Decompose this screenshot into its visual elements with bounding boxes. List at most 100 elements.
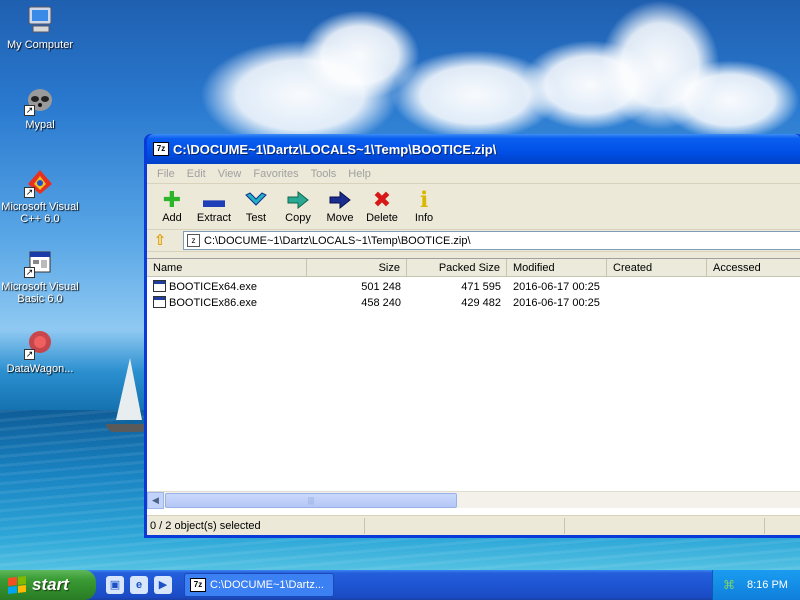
address-bar: ⇧ z C:\DOCUME~1\Dartz\LOCALS~1\Temp\BOOT… (147, 230, 800, 252)
column-size[interactable]: Size (307, 259, 407, 276)
test-button-label: Test (245, 212, 267, 224)
extract-button[interactable]: ▬ Extract (193, 187, 235, 225)
file-modified: 2016-06-17 00:25 (513, 281, 600, 293)
desktop-icon-label: Microsoft Visual Basic 6.0 (1, 281, 79, 305)
toolbar: ✚ Add ▬ Extract Test Copy Move ✖ Delete … (147, 184, 800, 230)
exe-file-icon (153, 296, 166, 308)
column-created[interactable]: Created (607, 259, 707, 276)
add-button[interactable]: ✚ Add (151, 187, 193, 225)
file-accessed (707, 279, 800, 295)
menu-favorites[interactable]: Favorites (247, 168, 304, 180)
start-button[interactable]: start (0, 570, 96, 600)
column-header: Name Size Packed Size Modified Created A… (147, 259, 800, 277)
file-size: 501 248 (361, 281, 401, 293)
file-name: BOOTICEx86.exe (169, 297, 258, 309)
info-button[interactable]: ℹ Info (403, 187, 445, 225)
quick-launch: ▣ e ▶ (106, 576, 172, 594)
status-selection: 0 / 2 object(s) selected (147, 517, 365, 534)
file-name: BOOTICEx64.exe (169, 281, 258, 293)
delete-button[interactable]: ✖ Delete (361, 187, 403, 225)
menu-help[interactable]: Help (342, 168, 377, 180)
system-tray: ⌘ 8:16 PM (712, 570, 800, 600)
7zip-app-icon: 7z (190, 578, 206, 592)
file-row[interactable]: BOOTICEx64.exe 501 248 471 595 2016-06-1… (147, 279, 800, 295)
show-desktop-icon[interactable]: ▣ (106, 576, 124, 594)
plus-icon: ✚ (162, 187, 182, 212)
menu-file[interactable]: File (151, 168, 181, 180)
file-size: 458 240 (361, 297, 401, 309)
copy-button-label: Copy (285, 212, 311, 224)
shortcut-arrow-icon: ↗ (24, 187, 35, 198)
desktop-icon-label: DataWagon... (6, 363, 74, 375)
shortcut-arrow-icon: ↗ (24, 105, 35, 116)
file-row[interactable]: BOOTICEx86.exe 458 240 429 482 2016-06-1… (147, 295, 800, 311)
archive-window: 7z C:\DOCUME~1\Dartz\LOCALS~1\Temp\BOOTI… (144, 134, 800, 538)
menu-bar: File Edit View Favorites Tools Help (147, 164, 800, 184)
copy-arrow-icon (277, 188, 319, 212)
wallpaper-cloud (660, 60, 800, 140)
file-list[interactable]: Name Size Packed Size Modified Created A… (147, 258, 800, 516)
minus-icon: ▬ (203, 187, 225, 212)
column-packed-size[interactable]: Packed Size (407, 259, 507, 276)
internet-explorer-icon[interactable]: e (130, 576, 148, 594)
zip-archive-icon: z (187, 234, 200, 247)
shortcut-arrow-icon: ↗ (24, 349, 35, 360)
column-accessed[interactable]: Accessed (707, 259, 800, 276)
file-created (607, 295, 707, 311)
column-modified[interactable]: Modified (507, 259, 607, 276)
column-name[interactable]: Name (147, 259, 307, 276)
check-chevron-icon (235, 188, 277, 212)
horizontal-scrollbar[interactable]: ◀ ||| (147, 491, 800, 509)
scroll-left-icon[interactable]: ◀ (147, 491, 164, 509)
status-pane-4 (765, 518, 800, 534)
move-arrow-icon (319, 188, 361, 212)
desktop-icon-label: My Computer (6, 39, 74, 51)
clock[interactable]: 8:16 PM (747, 579, 788, 591)
menu-tools[interactable]: Tools (305, 168, 343, 180)
file-created (607, 279, 707, 295)
window-title: C:\DOCUME~1\Dartz\LOCALS~1\Temp\BOOTICE.… (173, 141, 497, 157)
up-folder-icon[interactable]: ⇧ (151, 232, 169, 250)
file-packed-size: 429 482 (461, 297, 501, 309)
datawagon-icon: ↗ (24, 328, 56, 360)
add-button-label: Add (162, 212, 182, 224)
info-button-label: Info (414, 212, 434, 224)
menu-view[interactable]: View (212, 168, 248, 180)
desktop-icon-mypal[interactable]: ↗ Mypal (0, 84, 80, 131)
move-button[interactable]: Move (319, 188, 361, 224)
desktop-icon-label: Mypal (25, 119, 55, 131)
7zip-app-icon: 7z (153, 142, 169, 156)
info-icon: ℹ (419, 187, 429, 212)
taskbar-item-archive-window[interactable]: 7z C:\DOCUME~1\Dartz... (184, 573, 334, 597)
wallpaper-sailboat-sail (116, 358, 142, 420)
test-button[interactable]: Test (235, 188, 277, 224)
my-computer-icon (24, 4, 56, 36)
desktop-icon-datawagon[interactable]: ↗ DataWagon... (0, 328, 80, 375)
desktop-icon-visual-basic[interactable]: ↗ Microsoft Visual Basic 6.0 (0, 246, 80, 305)
windows-flag-icon (8, 576, 26, 594)
media-player-icon[interactable]: ▶ (154, 576, 172, 594)
taskbar-item-label: C:\DOCUME~1\Dartz... (210, 579, 324, 591)
status-bar: 0 / 2 object(s) selected (147, 515, 800, 535)
copy-button[interactable]: Copy (277, 188, 319, 224)
status-pane-2 (365, 517, 565, 534)
move-button-label: Move (326, 212, 354, 224)
delete-button-label: Delete (366, 212, 398, 224)
status-pane-3 (565, 517, 765, 534)
desktop-icon-visual-cpp[interactable]: ↗ Microsoft Visual C++ 6.0 (0, 166, 80, 225)
start-label: start (32, 575, 69, 594)
desktop-icon-my-computer[interactable]: My Computer (0, 4, 80, 51)
wallpaper-sailboat-hull (106, 424, 148, 432)
address-path: C:\DOCUME~1\Dartz\LOCALS~1\Temp\BOOTICE.… (204, 234, 471, 247)
extract-button-label: Extract (196, 212, 232, 224)
file-accessed (707, 295, 800, 311)
menu-edit[interactable]: Edit (181, 168, 212, 180)
shortcut-arrow-icon: ↗ (24, 267, 35, 278)
scrollbar-thumb[interactable]: ||| (165, 493, 457, 508)
window-titlebar[interactable]: 7z C:\DOCUME~1\Dartz\LOCALS~1\Temp\BOOTI… (147, 134, 800, 164)
file-packed-size: 471 595 (461, 281, 501, 293)
delete-x-icon: ✖ (372, 187, 392, 212)
network-tray-icon[interactable]: ⌘ (721, 577, 737, 593)
taskbar: start ▣ e ▶ 7z C:\DOCUME~1\Dartz... ⌘ 8:… (0, 570, 800, 600)
address-field[interactable]: z C:\DOCUME~1\Dartz\LOCALS~1\Temp\BOOTIC… (183, 231, 800, 250)
